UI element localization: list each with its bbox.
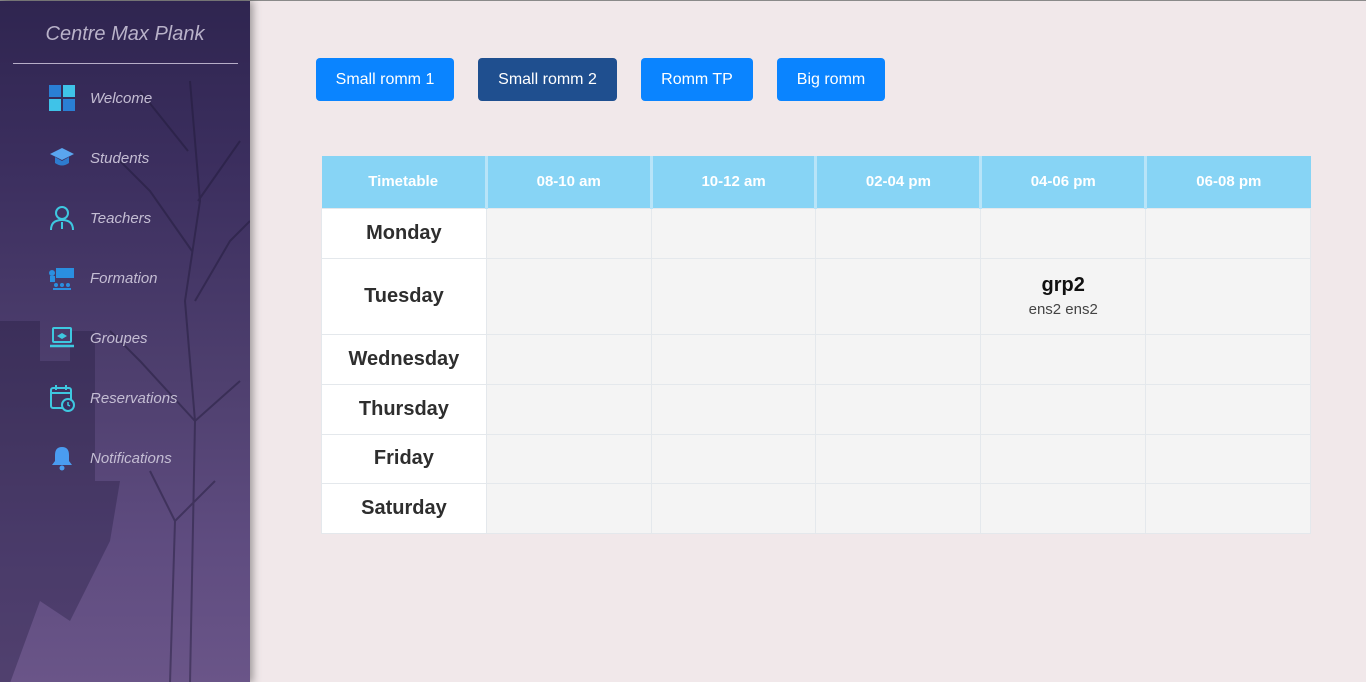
timetable-cell[interactable] [815, 433, 982, 484]
timetable-cell[interactable] [980, 207, 1147, 259]
teacher-icon [48, 204, 76, 232]
brand-title: Centre Max Plank [45, 23, 205, 45]
timetable-header-row: Timetable 08-10 am 10-12 am 02-04 pm 04-… [321, 156, 1311, 208]
header-slot-1012: 10-12 am [651, 156, 818, 208]
header-slot-0810: 08-10 am [486, 156, 653, 208]
timetable-cell[interactable] [980, 433, 1147, 484]
timetable-cell[interactable] [1145, 433, 1311, 484]
room-button-small-2[interactable]: Small romm 2 [478, 58, 617, 101]
nav-item-welcome[interactable]: Welcome [48, 83, 238, 113]
nav-item-formation[interactable]: Formation [48, 263, 238, 293]
timetable-cell[interactable] [485, 482, 652, 534]
nav-label-welcome: Welcome [90, 89, 153, 107]
timetable-cell[interactable] [1145, 257, 1311, 335]
timetable-cell[interactable] [815, 257, 982, 335]
table-row: Tuesday grp2 ens2 ens2 [321, 257, 1311, 335]
booking-group: grp2 [1041, 274, 1085, 296]
nav-label-formation: Formation [90, 269, 158, 287]
table-row: Friday [321, 433, 1311, 484]
nav-label-students: Students [90, 149, 150, 167]
header-slot-0608: 06-08 pm [1145, 156, 1311, 208]
laptop-group-icon [48, 324, 76, 352]
timetable-cell[interactable] [485, 383, 652, 435]
timetable-cell[interactable] [980, 383, 1147, 435]
timetable-cell[interactable] [650, 257, 817, 335]
calendar-clock-icon [48, 384, 76, 412]
header-slot-0406: 04-06 pm [980, 156, 1148, 208]
header-slot-0204: 02-04 pm [815, 156, 983, 208]
nav-item-students[interactable]: Students [48, 143, 238, 173]
classroom-icon [48, 264, 76, 292]
booking-teachers: ens2 ens2 [1028, 301, 1098, 318]
day-label: Thursday [321, 383, 487, 435]
timetable-cell[interactable] [650, 333, 817, 385]
timetable-cell[interactable] [485, 433, 652, 484]
bell-icon [48, 444, 76, 472]
timetable-cell[interactable] [815, 207, 982, 259]
timetable-cell[interactable] [485, 257, 652, 335]
table-row: Thursday [321, 383, 1311, 435]
nav-label-reservations: Reservations [90, 389, 178, 407]
room-button-small-1[interactable]: Small romm 1 [316, 58, 454, 101]
timetable-cell[interactable] [485, 207, 652, 259]
timetable-cell[interactable] [980, 333, 1147, 385]
nav-item-teachers[interactable]: Teachers [48, 203, 238, 233]
timetable: Timetable 08-10 am 10-12 am 02-04 pm 04-… [321, 156, 1311, 534]
nav-label-teachers: Teachers [90, 209, 152, 227]
brand-divider [13, 63, 238, 64]
timetable-cell[interactable] [1145, 333, 1311, 385]
timetable-cell[interactable] [650, 433, 817, 484]
timetable-cell[interactable] [1145, 383, 1311, 435]
day-label: Saturday [321, 482, 487, 534]
timetable-cell[interactable] [485, 333, 652, 385]
timetable-cell[interactable] [650, 207, 817, 259]
table-row: Wednesday [321, 333, 1311, 385]
timetable-cell[interactable] [815, 383, 982, 435]
day-label: Friday [321, 433, 487, 484]
day-label: Monday [321, 207, 487, 259]
room-button-big[interactable]: Big romm [777, 58, 885, 101]
timetable-cell[interactable] [815, 333, 982, 385]
timetable-cell[interactable] [1145, 482, 1311, 534]
timetable-cell[interactable] [1145, 207, 1311, 259]
nav-label-notifications: Notifications [90, 449, 172, 467]
graduation-cap-icon [48, 144, 76, 172]
nav-label-groupes: Groupes [90, 329, 148, 347]
table-row: Monday [321, 207, 1311, 259]
timetable-cell[interactable] [650, 482, 817, 534]
day-label: Wednesday [321, 333, 487, 385]
nav-item-notifications[interactable]: Notifications [48, 443, 238, 473]
nav-item-reservations[interactable]: Reservations [48, 383, 238, 413]
timetable-cell[interactable] [650, 383, 817, 435]
day-label: Tuesday [321, 257, 487, 335]
timetable-cell[interactable] [815, 482, 982, 534]
timetable-cell-booked[interactable]: grp2 ens2 ens2 [980, 257, 1147, 335]
dashboard-grid-icon [48, 84, 76, 112]
sidebar: Centre Max Plank Welcome Students Teache… [0, 1, 250, 682]
table-row: Saturday [321, 482, 1311, 534]
nav-item-groupes[interactable]: Groupes [48, 323, 238, 353]
room-button-tp[interactable]: Romm TP [641, 58, 753, 101]
timetable-cell[interactable] [980, 482, 1147, 534]
header-timetable: Timetable [321, 156, 488, 208]
